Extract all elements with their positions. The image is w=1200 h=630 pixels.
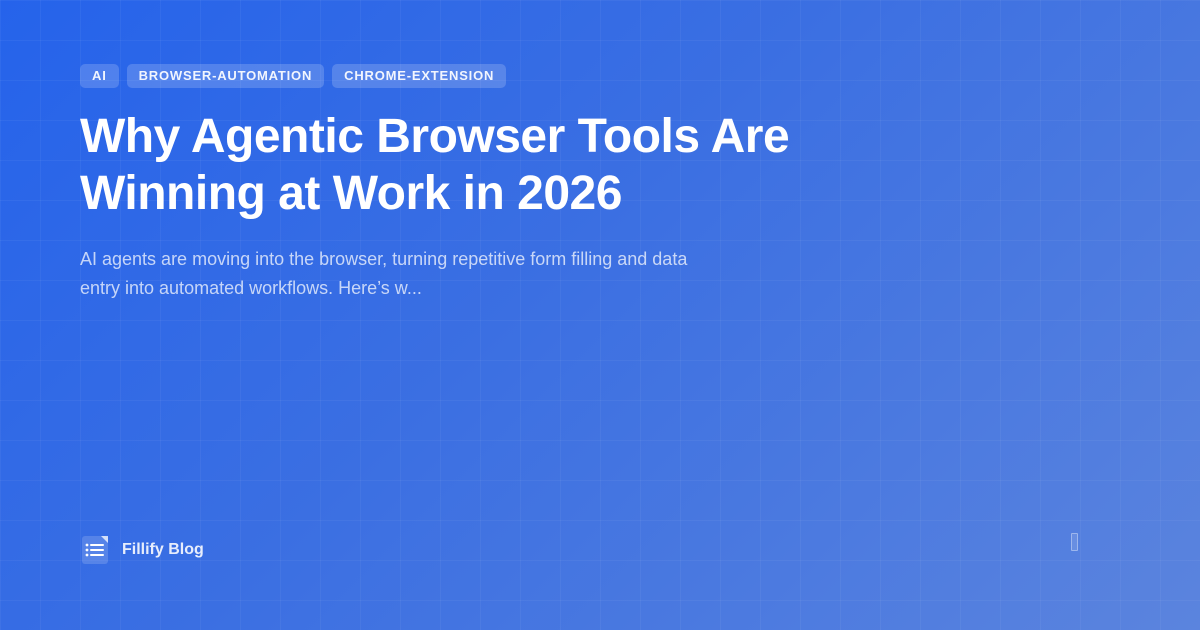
post-title: Why Agentic Browser Tools Are Winning at… (80, 110, 790, 220)
brand[interactable]: Fillify Blog (82, 536, 204, 564)
decorative-mark (1071, 533, 1078, 551)
tag-ai[interactable]: AI (80, 64, 119, 88)
post-excerpt: AI agents are moving into the browser, t… (80, 249, 688, 298)
blog-cover-card: AI BROWSER-AUTOMATION CHROME-EXTENSION W… (0, 0, 1200, 630)
document-list-icon (82, 536, 108, 564)
tag-list: AI BROWSER-AUTOMATION CHROME-EXTENSION (80, 64, 507, 88)
brand-name: Fillify Blog (122, 541, 204, 558)
tag-browser-automation[interactable]: BROWSER-AUTOMATION (126, 64, 325, 88)
tag-chrome-extension[interactable]: CHROME-EXTENSION (332, 64, 507, 88)
